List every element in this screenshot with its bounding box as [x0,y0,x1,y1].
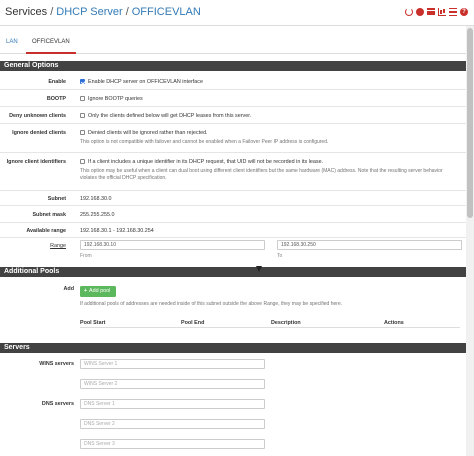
breadcrumb: Services / DHCP Server / OFFICEVLAN [5,6,201,18]
subnet-mask-label: Subnet mask [32,212,66,218]
wins-server-1-input[interactable] [80,359,265,369]
column-pool-end: Pool End [181,320,205,326]
ignore-ids-text: If a client includes a unique identifier… [88,159,324,165]
available-range-label: Available range [26,228,66,234]
enable-label: Enable [48,79,66,85]
bootp-text: Ignore BOOTP queries [88,96,143,102]
ignore-denied-hint: This option is not compatible with failo… [80,139,329,145]
ignore-ids-hint: This option may be useful when a client … [80,168,443,181]
tab-officevlan[interactable]: OFFICEVLAN [26,34,76,54]
enable-text: Enable DHCP server on OFFICEVLAN interfa… [88,79,203,85]
servers-header: Servers [0,343,466,353]
bootp-checkbox[interactable] [80,95,85,101]
breadcrumb-separator: / [50,6,54,18]
list-icon[interactable] [449,8,457,16]
add-pool-label: Add [63,286,74,292]
add-pool-button[interactable]: + Add pool [80,286,116,297]
subnet-mask-row: Subnet mask 255.255.255.0 [0,206,466,223]
dns-server-3-input[interactable] [80,439,265,449]
plus-icon: + [83,288,88,294]
tab-lan[interactable]: LAN [0,34,24,54]
ignore-denied-text: Denied clients will be ignored rather th… [88,130,208,136]
additional-pools-header: Additional Pools [0,267,466,277]
ignore-denied-field: Denied clients will be ignored rather th… [80,129,208,136]
bootp-field: Ignore BOOTP queries [80,95,143,102]
dns-server-2-input[interactable] [80,419,265,429]
breadcrumb-services: Services [5,6,48,18]
reload-icon[interactable] [405,8,413,16]
column-pool-start: Pool Start [80,320,106,326]
enable-row: Enable Enable DHCP server on OFFICEVLAN … [0,74,466,90]
subnet-row: Subnet 192.168.30.0 [0,191,466,206]
subnet-mask-value: 255.255.255.0 [80,212,115,218]
add-pool-button-label: Add pool [89,288,111,294]
breadcrumb-dhcp-server-link[interactable]: DHCP Server [56,6,122,18]
column-description: Description [271,320,301,326]
deny-unknown-row: Deny unknown clients Only the clients de… [0,107,466,124]
ignore-denied-row: Ignore denied clients Denied clients wil… [0,124,466,153]
range-from-input[interactable] [80,240,265,250]
dns-servers-label: DNS servers [41,401,74,407]
range-row: Range From To [0,238,466,265]
chart-icon[interactable] [438,8,446,16]
ignore-ids-field: If a client includes a unique identifier… [80,158,324,165]
ignore-ids-row: Ignore client identifiers If a client in… [0,153,466,191]
ignore-denied-label: Ignore denied clients [12,130,66,136]
range-to-label: To [277,253,283,259]
help-icon[interactable]: ? [460,8,468,16]
bootp-row: BOOTP Ignore BOOTP queries [0,90,466,107]
mouse-cursor-icon [256,266,262,272]
header-tool-icons: ? [405,8,468,16]
subnet-value: 192.168.30.0 [80,196,112,202]
stop-icon[interactable] [416,8,424,16]
wins-server-2-input[interactable] [80,379,265,389]
ignore-denied-checkbox[interactable] [80,129,85,135]
scrollbar-thumb[interactable] [467,28,473,218]
range-to-input[interactable] [277,240,462,250]
available-range-row: Available range 192.168.30.1 - 192.168.3… [0,223,466,238]
subnet-label: Subnet [47,196,66,202]
interface-tabs: LAN OFFICEVLAN [0,34,474,54]
ignore-ids-label: Ignore client identifiers [6,159,66,165]
column-actions: Actions [384,320,404,326]
enable-checkbox[interactable] [80,78,85,84]
enable-field: Enable DHCP server on OFFICEVLAN interfa… [80,78,203,85]
breadcrumb-officevlan-link[interactable]: OFFICEVLAN [132,6,201,18]
ignore-ids-checkbox[interactable] [80,158,85,164]
available-range-value: 192.168.30.1 - 192.168.30.254 [80,228,154,234]
add-pool-hint: If additional pools of addresses are nee… [80,301,343,307]
wins-servers-label: WINS servers [39,361,74,367]
pools-table-header: Pool Start Pool End Description Actions [80,318,460,328]
bootp-label: BOOTP [46,96,66,102]
range-from-label: From [80,253,92,259]
deny-unknown-text: Only the clients defined below will get … [88,113,252,119]
dns-server-1-input[interactable] [80,399,265,409]
page-header: Services / DHCP Server / OFFICEVLAN ? [0,0,474,26]
breadcrumb-separator: / [125,6,129,18]
general-options-header: General Options [0,61,466,71]
sliders-icon[interactable] [427,8,435,15]
deny-unknown-label: Deny unknown clients [9,113,66,119]
range-label[interactable]: Range [50,243,66,249]
deny-unknown-checkbox[interactable] [80,112,85,118]
deny-unknown-field: Only the clients defined below will get … [80,112,252,119]
